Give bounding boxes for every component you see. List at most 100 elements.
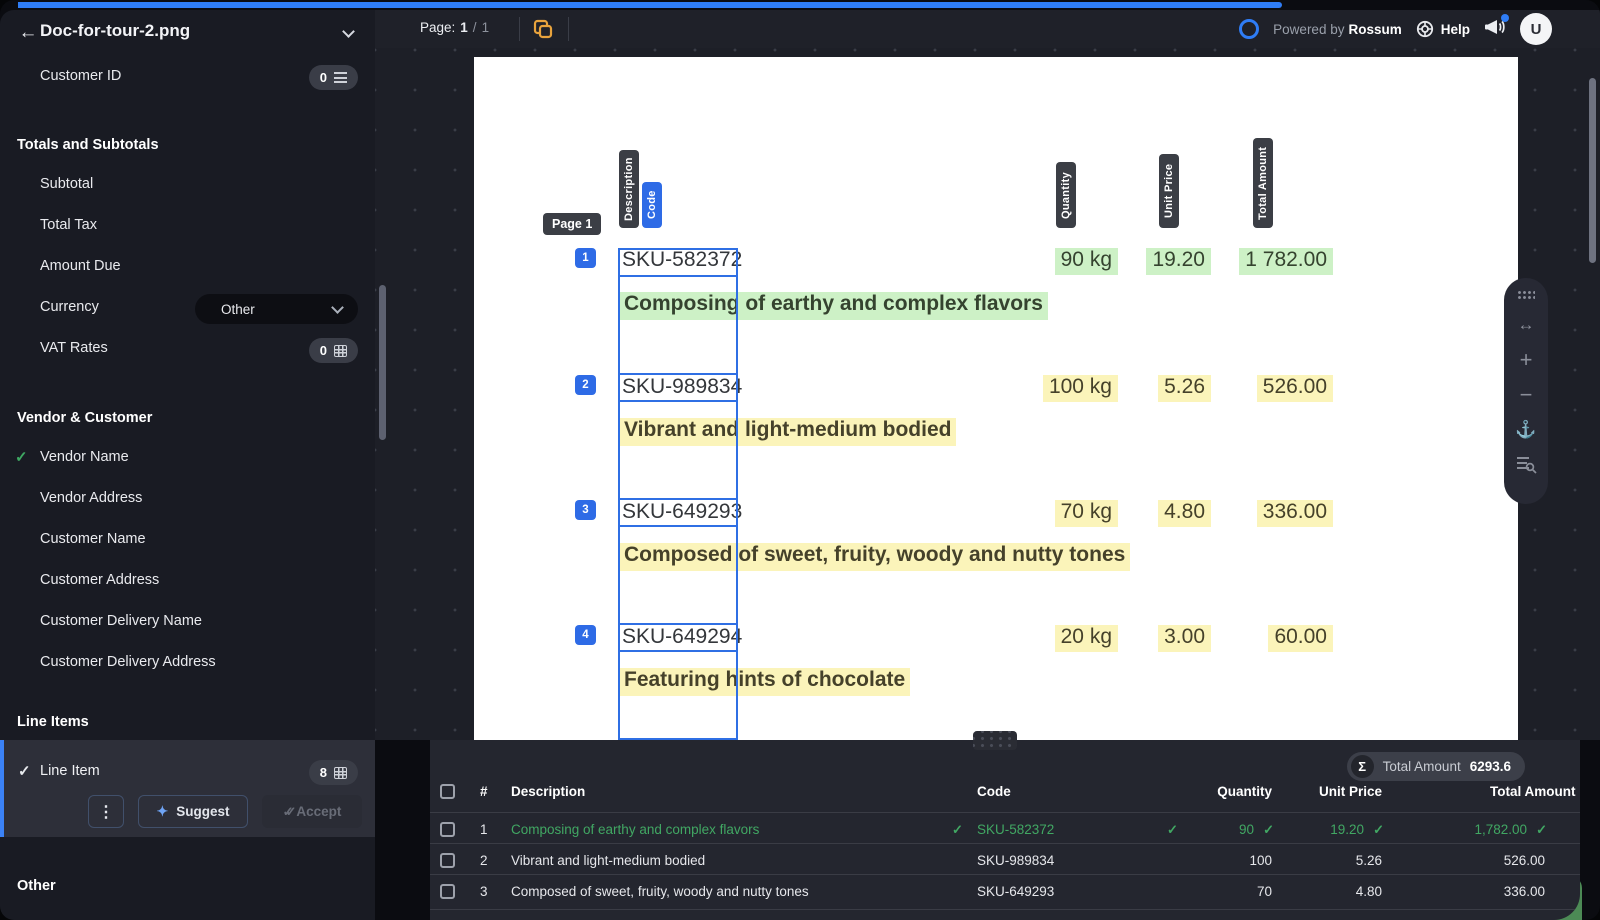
row-unit-price[interactable]: 19.20	[1330, 822, 1364, 837]
doc-total-value[interactable]: 60.00	[1268, 625, 1333, 652]
row-checkbox[interactable]	[440, 884, 455, 899]
check-icon: ✓	[18, 763, 31, 780]
row-quantity[interactable]: 100	[1249, 853, 1272, 868]
section-line-items: Line Items	[17, 714, 89, 730]
currency-dropdown[interactable]: Other	[195, 294, 358, 324]
row-code[interactable]: SKU-989834	[977, 853, 1054, 868]
row-checkbox[interactable]	[440, 822, 455, 837]
select-all-checkbox[interactable]	[440, 784, 455, 799]
field-vendor-name[interactable]: Vendor Name	[40, 449, 129, 470]
customer-id-count: 0	[319, 70, 327, 85]
doc-unit-price-value[interactable]: 19.20	[1146, 248, 1211, 275]
col-header-total[interactable]: Total Amount	[1490, 784, 1575, 799]
divider	[519, 17, 520, 41]
doc-quantity-value[interactable]: 70 kg	[1054, 500, 1118, 527]
vat-rates-count-badge[interactable]: 0	[308, 338, 358, 363]
column-label-quantity[interactable]: Quantity	[1056, 162, 1076, 228]
row-description[interactable]: Composing of earthy and complex flavors	[511, 822, 759, 837]
col-header-unit-price[interactable]: Unit Price	[1319, 784, 1382, 799]
field-customer-id[interactable]: Customer ID	[40, 68, 121, 89]
zoom-out-icon[interactable]: −	[1520, 384, 1533, 406]
suggest-button[interactable]: ✦ Suggest	[138, 795, 248, 828]
row-total[interactable]: 526.00	[1504, 853, 1545, 868]
help-button[interactable]: Help	[1416, 20, 1470, 38]
user-avatar[interactable]: U	[1520, 13, 1552, 45]
sidebar-scrollbar[interactable]	[379, 285, 386, 440]
doc-description-value[interactable]: Composed of sweet, fruity, woody and nut…	[619, 543, 1131, 571]
doc-quantity-value[interactable]: 20 kg	[1054, 625, 1118, 652]
row-checkbox[interactable]	[440, 853, 455, 868]
column-label-description[interactable]: Description	[619, 150, 639, 228]
field-amount-due[interactable]: Amount Due	[40, 258, 121, 279]
field-customer-address[interactable]: Customer Address	[40, 572, 159, 593]
field-customer-name[interactable]: Customer Name	[40, 531, 146, 552]
page-current: 1	[460, 20, 468, 35]
total-amount-label: Total Amount	[1382, 759, 1461, 774]
code-column-bbox[interactable]	[618, 248, 738, 740]
total-amount-badge: Σ Total Amount 6293.6	[1346, 752, 1525, 781]
doc-description-value[interactable]: Featuring hints of chocolate	[619, 668, 911, 696]
column-label-total-amount[interactable]: Total Amount	[1253, 138, 1273, 228]
doc-quantity-value[interactable]: 100 kg	[1042, 375, 1118, 402]
announcements-button[interactable]	[1484, 13, 1509, 42]
field-total-tax[interactable]: Total Tax	[40, 217, 97, 238]
canvas-scrollbar[interactable]	[1589, 78, 1596, 263]
accept-button[interactable]: ✓✓ Accept	[262, 795, 362, 828]
doc-code-value[interactable]: SKU-582372	[622, 248, 742, 275]
doc-description-value[interactable]: Vibrant and light-medium bodied	[619, 418, 957, 446]
field-customer-delivery-address[interactable]: Customer Delivery Address	[40, 654, 216, 675]
row-code[interactable]: SKU-582372	[977, 822, 1054, 837]
row-unit-price[interactable]: 5.26	[1356, 853, 1382, 868]
row-quantity[interactable]: 70	[1257, 884, 1272, 899]
column-label-unit-price[interactable]: Unit Price	[1159, 154, 1179, 228]
doc-unit-price-value[interactable]: 3.00	[1158, 625, 1211, 652]
doc-total-value[interactable]: 1 782.00	[1239, 248, 1333, 275]
pages-icon[interactable]	[533, 19, 553, 39]
column-label-code[interactable]: Code	[642, 182, 662, 228]
field-currency[interactable]: Currency	[40, 299, 99, 320]
doc-code-value[interactable]: SKU-989834	[622, 375, 742, 402]
search-lines-icon[interactable]	[1517, 456, 1537, 474]
chevron-down-icon[interactable]	[342, 25, 355, 38]
row-total[interactable]: 1,782.00	[1474, 822, 1527, 837]
doc-quantity-value[interactable]: 90 kg	[1054, 248, 1118, 275]
doc-unit-price-value[interactable]: 5.26	[1158, 375, 1211, 402]
vat-count: 0	[319, 343, 327, 358]
row-badge[interactable]: 4	[575, 625, 596, 645]
fit-width-icon[interactable]: ↔	[1518, 316, 1535, 334]
customer-id-count-badge[interactable]: 0	[308, 65, 358, 90]
row-badge[interactable]: 3	[575, 500, 596, 520]
drag-handle-icon[interactable]	[1517, 290, 1535, 299]
row-code[interactable]: SKU-649293	[977, 884, 1054, 899]
row-quantity[interactable]: 90	[1239, 822, 1254, 837]
row-unit-price[interactable]: 4.80	[1356, 884, 1382, 899]
field-vendor-address[interactable]: Vendor Address	[40, 490, 142, 511]
field-customer-delivery-name[interactable]: Customer Delivery Name	[40, 613, 202, 634]
panel-resize-handle[interactable]	[973, 731, 1017, 750]
row-description[interactable]: Vibrant and light-medium bodied	[511, 853, 705, 868]
doc-total-value[interactable]: 336.00	[1256, 500, 1333, 527]
field-vat-rates[interactable]: VAT Rates	[40, 340, 108, 361]
col-header-code[interactable]: Code	[977, 784, 1011, 799]
line-item-selected-row[interactable]: ✓ Line Item 8 ⋮ ✦ Suggest ✓✓ Accept	[0, 740, 375, 837]
doc-description-value[interactable]: Composing of earthy and complex flavors	[619, 292, 1048, 320]
doc-total-value[interactable]: 526.00	[1256, 375, 1333, 402]
doc-code-value[interactable]: SKU-649294	[622, 625, 742, 652]
page-divider: /	[472, 20, 477, 35]
doc-code-value[interactable]: SKU-649293	[622, 500, 742, 527]
col-header-description[interactable]: Description	[511, 784, 585, 799]
doc-unit-price-value[interactable]: 4.80	[1158, 500, 1211, 527]
row-description[interactable]: Composed of sweet, fruity, woody and nut…	[511, 884, 809, 899]
row-badge[interactable]: 1	[575, 248, 596, 268]
field-subtotal[interactable]: Subtotal	[40, 176, 93, 197]
anchor-icon[interactable]: ⚓	[1515, 421, 1536, 439]
zoom-in-icon[interactable]: +	[1520, 349, 1533, 371]
line-item-menu-button[interactable]: ⋮	[88, 795, 124, 828]
field-line-item[interactable]: Line Item	[40, 763, 100, 779]
col-header-quantity[interactable]: Quantity	[1217, 784, 1272, 799]
row-total[interactable]: 336.00	[1504, 884, 1545, 899]
document-canvas[interactable]: Page 1 Description Code Quantity Unit Pr…	[375, 48, 1600, 740]
row-badge[interactable]: 2	[575, 375, 596, 395]
back-icon[interactable]: ←	[16, 21, 40, 45]
line-item-count-badge[interactable]: 8	[308, 760, 358, 785]
